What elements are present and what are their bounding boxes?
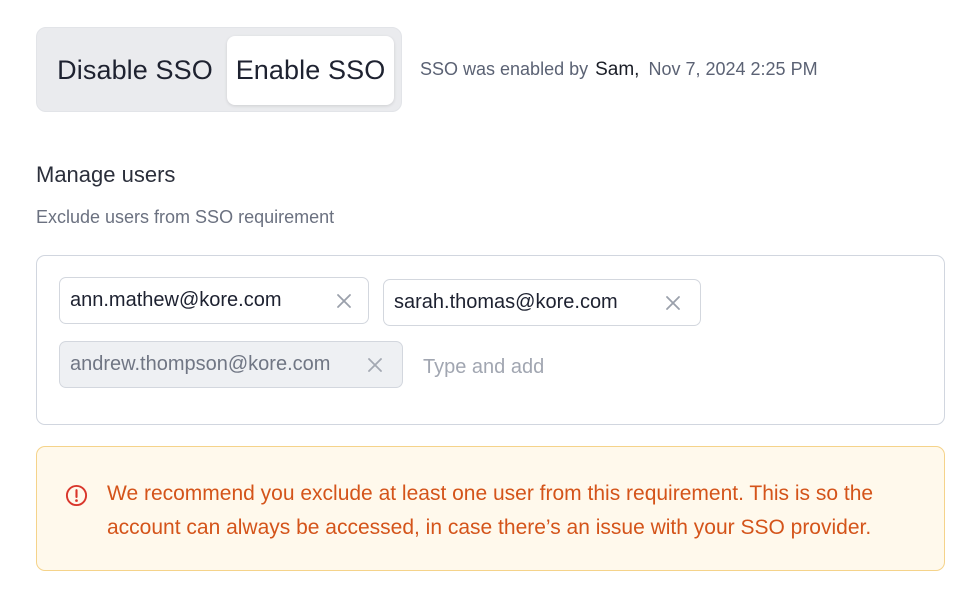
warning-banner: We recommend you exclude at least one us… [36, 446, 945, 571]
user-chip-disabled: andrew.thompson@kore.com [59, 341, 403, 388]
enable-sso-button[interactable]: Enable SSO [227, 36, 394, 105]
sso-status-prefix: SSO was enabled by [420, 59, 589, 79]
manage-users-subtitle: Exclude users from SSO requirement [36, 207, 335, 227]
user-chip-email: sarah.thomas@kore.com [394, 291, 618, 313]
user-chip: sarah.thomas@kore.com [383, 279, 701, 326]
sso-toggle-group: Disable SSO Enable SSO [36, 27, 402, 112]
sso-settings-page: Disable SSO Enable SSO SSO was enabled b… [0, 0, 966, 607]
alert-circle-icon [65, 484, 88, 507]
user-chip-email: ann.mathew@kore.com [70, 289, 282, 311]
user-chip-email: andrew.thompson@kore.com [70, 353, 331, 375]
close-icon[interactable] [664, 294, 682, 312]
user-chip: ann.mathew@kore.com [59, 277, 369, 324]
close-icon[interactable] [335, 292, 353, 310]
sso-enabled-at: Nov 7, 2024 2:25 PM [648, 59, 818, 79]
add-user-input[interactable] [423, 352, 723, 382]
sso-status-text: SSO was enabled by Sam, Nov 7, 2024 2:25… [420, 59, 818, 81]
warning-message: We recommend you exclude at least one us… [107, 482, 874, 539]
sso-enabled-by: Sam, [595, 59, 640, 80]
excluded-users-field[interactable]: ann.mathew@kore.com sarah.thomas@kore.co… [36, 255, 945, 425]
close-icon[interactable] [366, 356, 384, 374]
disable-sso-button[interactable]: Disable SSO [45, 36, 225, 105]
manage-users-title: Manage users [36, 162, 176, 187]
